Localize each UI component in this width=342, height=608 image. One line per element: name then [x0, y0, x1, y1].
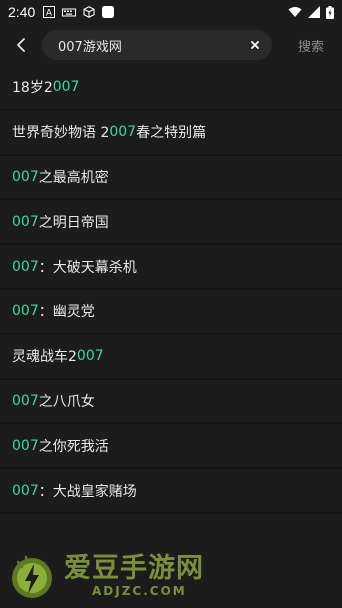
search-box — [42, 30, 272, 60]
search-input[interactable] — [58, 37, 248, 53]
box-icon — [83, 6, 95, 18]
clear-search-button[interactable] — [248, 38, 262, 52]
search-bar: 搜索 — [0, 28, 342, 62]
search-button[interactable]: 搜索 — [298, 36, 324, 55]
watermark-title: 爱豆手游网 — [64, 553, 204, 584]
chevron-left-icon — [17, 38, 25, 52]
result-text-highlight: 007 — [109, 124, 137, 141]
close-icon — [251, 41, 259, 49]
result-text-highlight: 007 — [12, 168, 39, 185]
result-text-suffix: ：大破天幕杀机 — [38, 259, 137, 276]
list-item[interactable]: 18岁2 007 — [0, 66, 342, 111]
app-icon — [102, 6, 115, 18]
wifi-icon — [288, 7, 302, 17]
result-text-highlight: 007 — [76, 348, 104, 365]
status-time: 2:40 — [8, 4, 36, 20]
signal-icon — [308, 6, 320, 18]
watermark-logo-icon — [12, 555, 52, 598]
list-item[interactable]: 007 之你死我活 — [0, 424, 342, 470]
result-text-highlight: 007 — [12, 482, 39, 499]
list-item[interactable]: 007 ：幽灵党 — [0, 290, 342, 335]
watermark-text: 爱豆手游网 ADJZC.COM — [64, 553, 204, 599]
watermark: 爱豆手游网 ADJZC.COM — [8, 548, 258, 604]
result-text-suffix: ：幽灵党 — [38, 304, 95, 321]
result-text-prefix: 灵魂战车2 — [12, 349, 77, 366]
list-item[interactable]: 灵魂战车2 007 — [0, 335, 342, 380]
watermark-subtitle: ADJZC.COM — [92, 584, 187, 598]
result-text-highlight: 007 — [12, 258, 39, 275]
svg-text:A: A — [46, 9, 53, 19]
result-text-highlight: 007 — [12, 392, 39, 409]
back-button[interactable] — [0, 28, 42, 62]
text-a-icon: A — [43, 6, 56, 19]
result-text-suffix: 之你死我活 — [38, 438, 109, 455]
list-item[interactable]: 007 之最高机密 — [0, 156, 342, 201]
result-text-highlight: 007 — [12, 437, 39, 454]
result-text-highlight: 007 — [52, 79, 80, 96]
result-text-prefix: 18岁2 — [12, 80, 53, 97]
result-text-prefix: 世界奇妙物语 2 — [12, 125, 110, 142]
result-text-suffix: 之八爪女 — [38, 393, 95, 410]
list-item[interactable]: 世界奇妙物语 2 007 春之特别篇 — [0, 111, 342, 156]
search-results-list: 18岁2 007 世界奇妙物语 2 007 春之特别篇 007 之最高机密 007 之明日… — [0, 66, 342, 514]
list-item[interactable]: 007 ：大破天幕杀机 — [0, 245, 342, 290]
status-bar: 2:40 A — [0, 0, 342, 24]
status-icons-left: A — [43, 6, 115, 19]
result-text-highlight: 007 — [12, 303, 39, 320]
list-item[interactable]: 007 之八爪女 — [0, 380, 342, 425]
result-text-suffix: ：大战皇家赌场 — [38, 483, 137, 500]
keyboard-icon — [62, 8, 77, 17]
status-icons-right — [288, 5, 334, 19]
result-text-highlight: 007 — [12, 213, 39, 230]
battery-icon — [326, 5, 334, 19]
list-item[interactable]: 007 ：大战皇家赌场 — [0, 469, 342, 514]
result-text-suffix: 春之特别篇 — [136, 125, 207, 142]
result-text-suffix: 之明日帝国 — [38, 214, 109, 231]
list-item[interactable]: 007 之明日帝国 — [0, 200, 342, 246]
result-text-suffix: 之最高机密 — [38, 169, 109, 186]
